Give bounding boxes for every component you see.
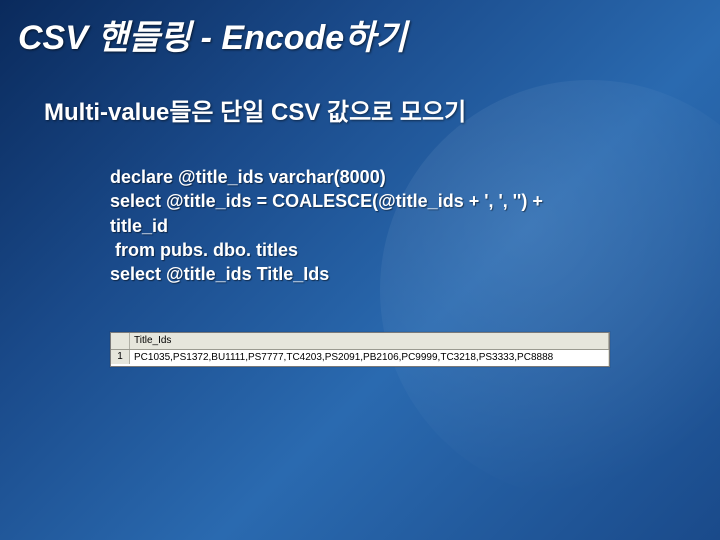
result-header-rownum — [111, 333, 130, 349]
slide-subtitle: Multi-value들은 단일 CSV 값으로 모으기 — [44, 92, 466, 127]
slide: CSV 핸들링 - Encode하기 Multi-value들은 단일 CSV … — [0, 0, 720, 540]
result-header-col: Title_Ids — [130, 333, 609, 349]
background-accent — [380, 80, 720, 500]
result-cell: PC1035,PS1372,BU1111,PS7777,TC4203,PS209… — [130, 350, 609, 366]
result-grid: Title_Ids 1 PC1035,PS1372,BU1111,PS7777,… — [110, 332, 610, 367]
slide-title: CSV 핸들링 - Encode하기 — [18, 10, 407, 59]
result-data-row: 1 PC1035,PS1372,BU1111,PS7777,TC4203,PS2… — [111, 350, 609, 366]
result-header-row: Title_Ids — [111, 333, 609, 350]
code-block: declare @title_ids varchar(8000) select … — [110, 165, 543, 286]
result-rownum: 1 — [111, 350, 130, 364]
